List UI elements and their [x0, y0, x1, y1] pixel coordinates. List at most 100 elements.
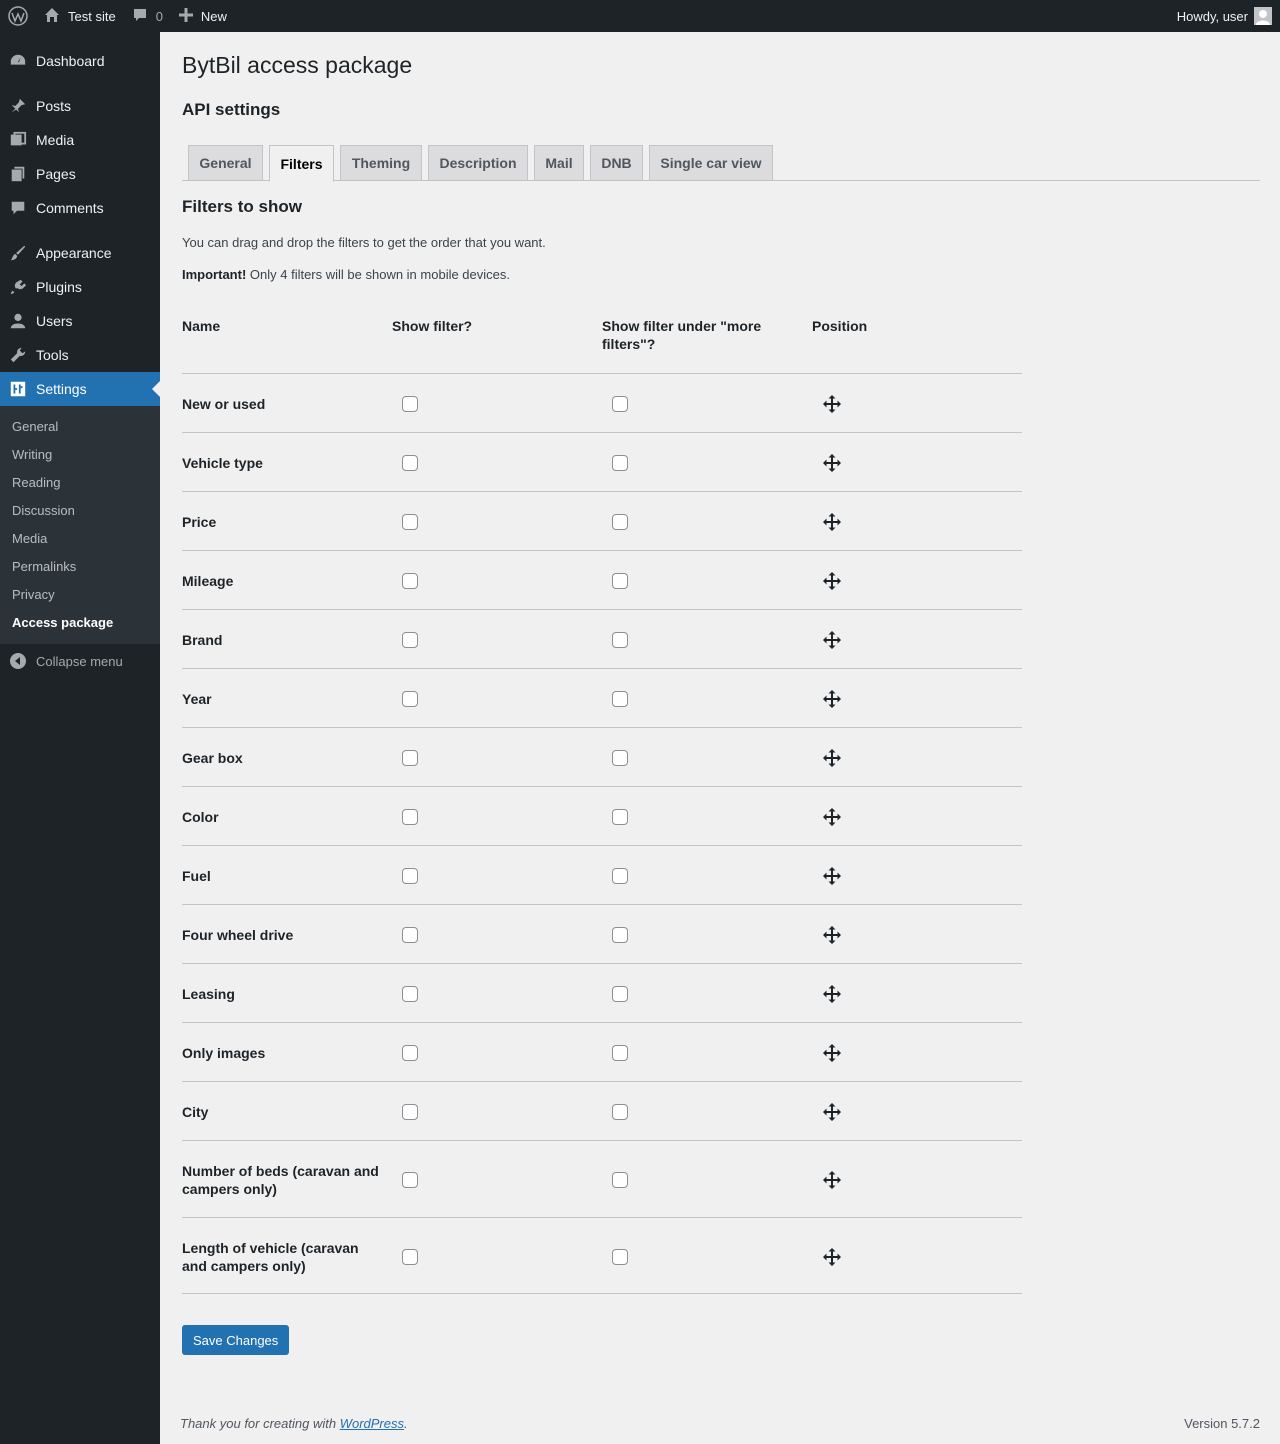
drag-move-icon[interactable] [822, 866, 842, 886]
table-row[interactable]: Only images [182, 1022, 1022, 1081]
submenu-permalinks[interactable]: Permalinks [12, 559, 76, 574]
menu-posts[interactable]: Posts [0, 89, 160, 123]
menu-dashboard[interactable]: Dashboard [0, 44, 160, 78]
menu-settings[interactable]: Settings [0, 372, 160, 406]
drag-move-icon[interactable] [822, 1247, 842, 1267]
drag-move-icon[interactable] [822, 394, 842, 414]
column-header-position: Position [812, 318, 868, 334]
show-filter-checkbox[interactable] [402, 749, 418, 766]
submenu-discussion[interactable]: Discussion [12, 503, 75, 518]
submenu-general[interactable]: General [12, 419, 58, 434]
more-filters-checkbox[interactable] [612, 867, 628, 884]
show-filter-checkbox[interactable] [402, 1103, 418, 1120]
more-filters-checkbox[interactable] [612, 1248, 628, 1265]
more-filters-checkbox[interactable] [612, 1103, 628, 1120]
save-changes-button[interactable]: Save Changes [182, 1325, 290, 1355]
drag-move-icon[interactable] [822, 453, 842, 473]
show-filter-checkbox[interactable] [402, 1044, 418, 1061]
table-row[interactable]: Gear box [182, 727, 1022, 786]
more-filters-checkbox[interactable] [612, 395, 628, 412]
tab-description[interactable]: Description [428, 145, 528, 181]
more-filters-checkbox[interactable] [612, 926, 628, 943]
table-row[interactable]: City [182, 1081, 1022, 1140]
more-filters-checkbox[interactable] [612, 631, 628, 648]
show-filter-checkbox[interactable] [402, 454, 418, 471]
show-filter-checkbox[interactable] [402, 867, 418, 884]
page-title: BytBil access package [182, 52, 413, 78]
show-filter-checkbox[interactable] [402, 808, 418, 825]
more-filters-checkbox[interactable] [612, 749, 628, 766]
more-filters-checkbox[interactable] [612, 572, 628, 589]
new-content-link[interactable]: New [171, 0, 235, 32]
drag-move-icon[interactable] [822, 512, 842, 532]
submenu-media[interactable]: Media [12, 531, 47, 546]
more-filters-checkbox[interactable] [612, 513, 628, 530]
menu-plugins[interactable]: Plugins [0, 270, 160, 304]
submenu-access-package[interactable]: Access package [12, 615, 113, 630]
show-filter-checkbox[interactable] [402, 690, 418, 707]
site-name-link[interactable]: Test site [36, 0, 124, 32]
table-row[interactable]: Length of vehicle (caravan and campers o… [182, 1217, 1022, 1294]
table-row[interactable]: Mileage [182, 550, 1022, 609]
drag-move-icon[interactable] [822, 807, 842, 827]
show-filter-checkbox[interactable] [402, 395, 418, 412]
more-filters-checkbox[interactable] [612, 690, 628, 707]
show-filter-checkbox[interactable] [402, 572, 418, 589]
my-account[interactable]: Howdy, user [1169, 0, 1280, 32]
wordpress-logo-icon[interactable] [0, 0, 36, 32]
menu-users[interactable]: Users [0, 304, 160, 338]
table-row[interactable]: Fuel [182, 845, 1022, 904]
menu-pages[interactable]: Pages [0, 157, 160, 191]
tab-mail[interactable]: Mail [534, 145, 584, 181]
submenu-reading[interactable]: Reading [12, 475, 60, 490]
table-row[interactable]: Number of beds (caravan and campers only… [182, 1140, 1022, 1217]
tab-filters[interactable]: Filters [269, 145, 334, 182]
show-filter-checkbox[interactable] [402, 631, 418, 648]
collapse-menu-button[interactable]: Collapse menu [0, 648, 160, 674]
show-filter-checkbox[interactable] [402, 513, 418, 530]
more-filters-checkbox[interactable] [612, 985, 628, 1002]
table-row[interactable]: Vehicle type [182, 432, 1022, 491]
tab-single-car-view[interactable]: Single car view [649, 145, 773, 181]
drag-move-icon[interactable] [822, 1170, 842, 1190]
table-row[interactable]: New or used [182, 373, 1022, 432]
more-filters-checkbox[interactable] [612, 1171, 628, 1188]
wrench-icon [0, 338, 36, 372]
table-row[interactable]: Four wheel drive [182, 904, 1022, 963]
show-filter-checkbox[interactable] [402, 1171, 418, 1188]
table-row[interactable]: Color [182, 786, 1022, 845]
show-filter-checkbox[interactable] [402, 926, 418, 943]
drag-move-icon[interactable] [822, 925, 842, 945]
drag-move-icon[interactable] [822, 1102, 842, 1122]
drag-move-icon[interactable] [822, 748, 842, 768]
show-filter-checkbox[interactable] [402, 1248, 418, 1265]
table-row[interactable]: Brand [182, 609, 1022, 668]
drag-move-icon[interactable] [822, 1043, 842, 1063]
more-filters-checkbox[interactable] [612, 1044, 628, 1061]
menu-tools[interactable]: Tools [0, 338, 160, 372]
menu-comments[interactable]: Comments [0, 191, 160, 225]
submenu-privacy[interactable]: Privacy [12, 587, 55, 602]
show-filter-checkbox[interactable] [402, 985, 418, 1002]
tab-theming[interactable]: Theming [340, 145, 422, 181]
drag-move-icon[interactable] [822, 689, 842, 709]
admin-sidebar: Dashboard Posts Media Pages Comments App… [0, 32, 160, 1444]
menu-appearance[interactable]: Appearance [0, 236, 160, 270]
filter-name: Fuel [182, 867, 211, 884]
tab-general[interactable]: General [188, 145, 263, 181]
submenu-writing[interactable]: Writing [12, 447, 52, 462]
more-filters-checkbox[interactable] [612, 454, 628, 471]
filter-name: Color [182, 808, 219, 825]
menu-media[interactable]: Media [0, 123, 160, 157]
drag-move-icon[interactable] [822, 571, 842, 591]
table-row[interactable]: Price [182, 491, 1022, 550]
table-row[interactable]: Leasing [182, 963, 1022, 1022]
more-filters-checkbox[interactable] [612, 808, 628, 825]
table-row[interactable]: Year [182, 668, 1022, 727]
drag-move-icon[interactable] [822, 984, 842, 1004]
comments-link[interactable]: 0 [124, 0, 171, 32]
wordpress-link[interactable]: WordPress [340, 1416, 404, 1431]
comments-count: 0 [155, 8, 163, 24]
drag-move-icon[interactable] [822, 630, 842, 650]
tab-dnb[interactable]: DNB [590, 145, 643, 181]
